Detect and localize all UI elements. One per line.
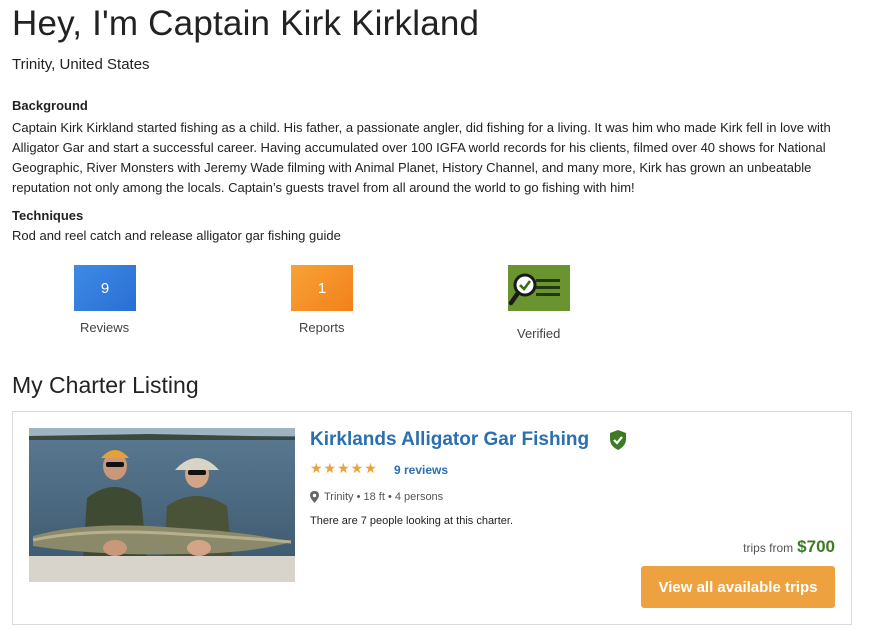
price-prefix: trips from bbox=[743, 541, 794, 555]
reviews-stat[interactable]: 9 bbox=[74, 265, 136, 311]
verified-badge bbox=[508, 265, 570, 311]
page-title: Hey, I'm Captain Kirk Kirkland bbox=[12, 4, 480, 43]
reports-stat-label: Reports bbox=[299, 320, 345, 335]
verified-stat-label: Verified bbox=[517, 326, 561, 341]
charter-meta-text: Trinity • 18 ft • 4 persons bbox=[324, 491, 444, 503]
charter-card[interactable]: Kirklands Alligator Gar Fishing ★★★★★ 9 … bbox=[12, 411, 852, 625]
charter-name-link[interactable]: Kirklands Alligator Gar Fishing bbox=[310, 429, 589, 451]
reports-stat[interactable]: 1 bbox=[291, 265, 353, 311]
star-rating: ★★★★★ bbox=[310, 460, 378, 476]
price-row: trips from $700 bbox=[743, 537, 835, 557]
reviews-link[interactable]: 9 reviews bbox=[394, 463, 448, 477]
shield-check-icon bbox=[610, 430, 626, 450]
verified-magnifier-icon bbox=[508, 265, 570, 311]
reviews-stat-label: Reviews bbox=[80, 320, 130, 335]
looking-count-text: There are 7 people looking at this chart… bbox=[310, 515, 514, 527]
verified-stat bbox=[508, 265, 570, 311]
charter-photo[interactable] bbox=[29, 428, 295, 582]
techniques-text: Rod and reel catch and release alligator… bbox=[12, 228, 341, 243]
reports-count-badge: 1 bbox=[291, 265, 353, 311]
reports-count: 1 bbox=[317, 279, 327, 297]
view-trips-button[interactable]: View all available trips bbox=[641, 566, 835, 608]
price-value: $700 bbox=[797, 537, 835, 556]
charter-meta: Trinity • 18 ft • 4 persons bbox=[310, 491, 443, 503]
location-text: Trinity, United States bbox=[12, 56, 150, 73]
background-text: Captain Kirk Kirkland started fishing as… bbox=[12, 120, 831, 195]
background-heading: Background bbox=[12, 98, 88, 113]
reviews-count-badge: 9 bbox=[74, 265, 136, 311]
reviews-count: 9 bbox=[100, 279, 110, 297]
techniques-heading: Techniques bbox=[12, 208, 84, 223]
listing-section-title: My Charter Listing bbox=[12, 372, 199, 398]
map-pin-icon bbox=[310, 491, 319, 503]
